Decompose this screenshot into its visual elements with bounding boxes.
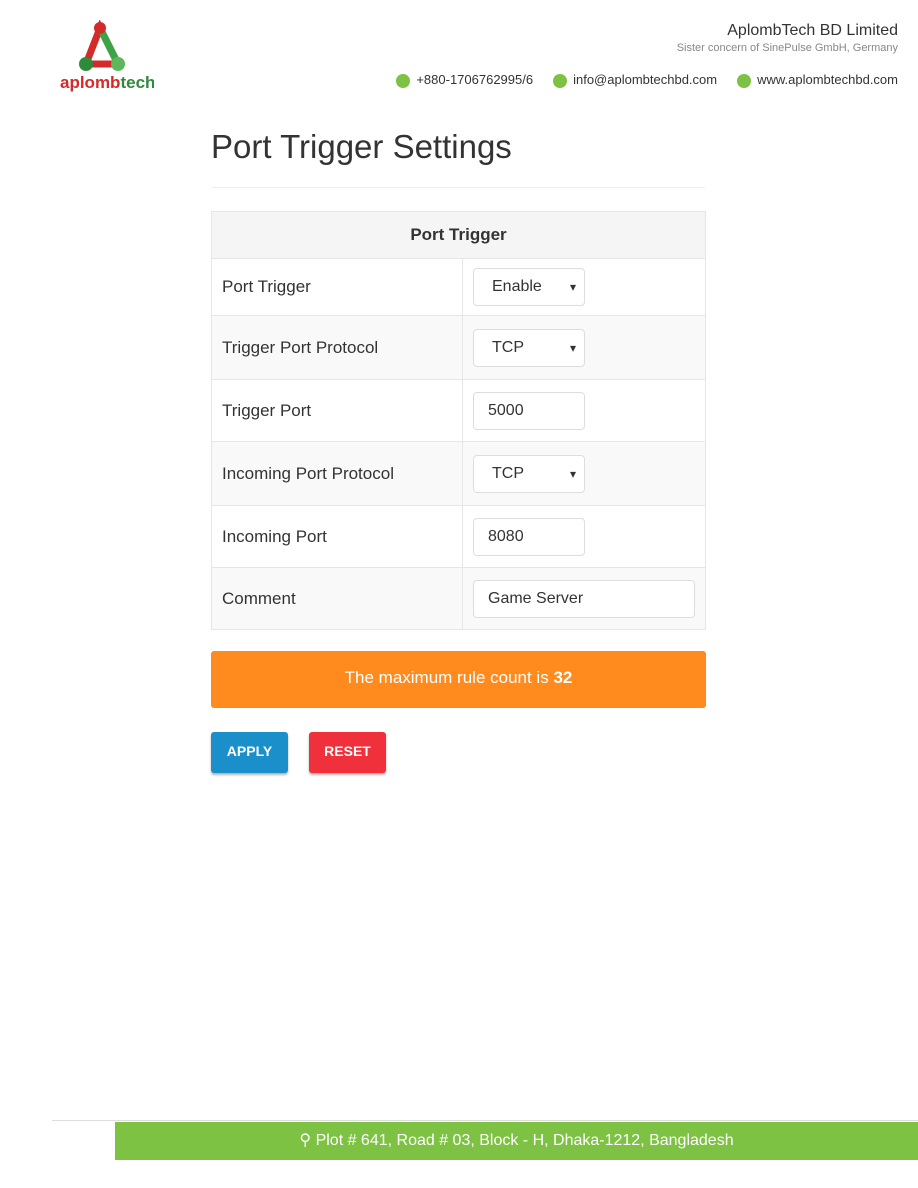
row-label: Comment: [211, 567, 463, 630]
company-name: AplombTech BD Limited: [727, 22, 898, 39]
incoming-protocol-select[interactable]: TCP: [473, 454, 585, 493]
phone-icon: [396, 73, 411, 88]
divider: [211, 187, 705, 188]
row-label: Trigger Port Protocol: [211, 315, 463, 380]
footer-divider: [52, 1120, 918, 1121]
comment-input[interactable]: Game Server: [473, 579, 695, 618]
row-label: Port Trigger: [211, 258, 463, 316]
globe-icon: [737, 73, 752, 88]
logo: aplombtech: [58, 19, 155, 92]
sister-concern: Sister concern of SinePulse GmbH, German…: [676, 42, 898, 54]
table-header: Port Trigger: [211, 211, 706, 259]
footer-address-bar: ⚲ Plot # 641, Road # 03, Block - H, Dhak…: [115, 1122, 918, 1160]
port-trigger-table: Port Trigger Port Trigger Enable Trigger …: [211, 211, 706, 630]
website-contact: www.aplombtechbd.com: [737, 72, 898, 88]
trigger-protocol-select[interactable]: TCP: [473, 328, 585, 367]
apply-button[interactable]: APPLY: [211, 732, 288, 773]
incoming-port-input[interactable]: 8080: [473, 517, 585, 556]
contact-info: +880-1706762995/6 info@aplombtechbd.com …: [396, 72, 898, 88]
row-label: Incoming Port Protocol: [211, 441, 463, 506]
trigger-port-input[interactable]: 5000: [473, 391, 585, 430]
page-title: Port Trigger Settings: [211, 128, 512, 165]
phone-contact: +880-1706762995/6: [396, 72, 533, 88]
rule-count-notice: The maximum rule count is 32: [211, 651, 706, 708]
reset-button[interactable]: RESET: [309, 732, 386, 773]
email-contact: info@aplombtechbd.com: [553, 72, 717, 88]
location-pin-icon: ⚲: [299, 1132, 316, 1149]
svg-text:aplombtech: aplombtech: [60, 73, 154, 92]
mail-icon: [553, 73, 568, 88]
row-label: Trigger Port: [211, 379, 463, 442]
port-trigger-select[interactable]: Enable: [473, 268, 585, 306]
row-label: Incoming Port: [211, 505, 463, 568]
